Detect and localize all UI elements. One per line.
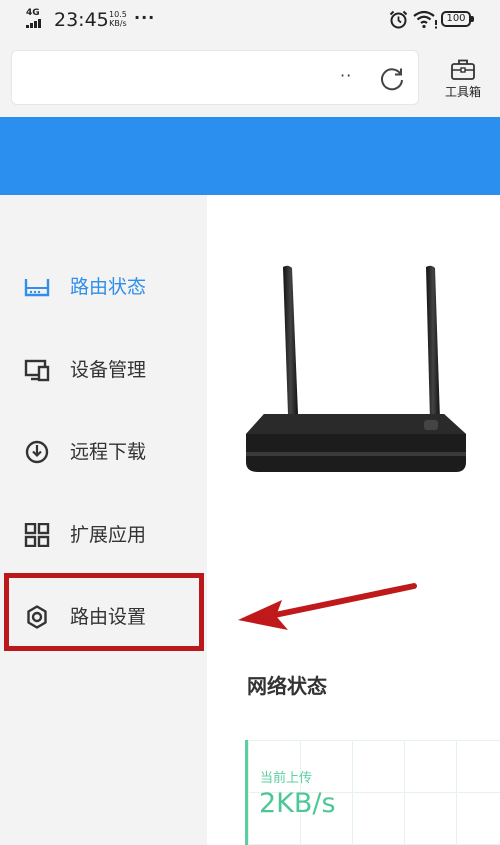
extensions-icon	[24, 523, 50, 547]
upload-label: 当前上传	[260, 771, 313, 786]
sidebar-item-label: 远程下载	[70, 441, 147, 463]
alarm-icon	[389, 10, 408, 29]
sidebar-item-remote-download[interactable]: 远程下载	[0, 427, 207, 477]
router-image	[246, 265, 466, 472]
status-time: 23:45	[54, 9, 109, 31]
battery-icon: 100	[441, 11, 474, 27]
address-more-button[interactable]: ··	[340, 66, 352, 85]
network-speed: 10.5 KB/s	[109, 10, 127, 28]
highlight-annotation-box	[4, 573, 204, 651]
network-status-title: 网络状态	[247, 674, 327, 698]
annotation-arrow	[238, 583, 417, 630]
sidebar-item-label: 扩展应用	[70, 524, 147, 546]
router-status-icon	[24, 279, 50, 297]
network-speed-value: 10.5	[109, 10, 127, 19]
sidebar-item-label: 设备管理	[70, 359, 147, 381]
sidebar-item-extensions[interactable]: 扩展应用	[0, 510, 207, 560]
toolbox-button[interactable]: 工具箱	[436, 55, 490, 105]
header-banner	[0, 117, 500, 195]
sidebar-item-router-status[interactable]: 路由状态	[0, 262, 207, 312]
toolbox-icon	[451, 59, 475, 80]
remote-download-icon	[25, 440, 49, 464]
device-management-icon	[24, 359, 50, 382]
refresh-icon[interactable]	[378, 65, 406, 93]
status-bar: 4G 23:45 10.5 KB/s ··· 100	[0, 0, 500, 40]
sidebar-item-device-management[interactable]: 设备管理	[0, 345, 207, 395]
network-speed-unit: KB/s	[109, 19, 127, 28]
network-type: 4G	[26, 8, 40, 18]
signal-icon	[26, 19, 41, 28]
upload-value: 2KB/s	[259, 788, 336, 819]
sidebar-item-label: 路由状态	[70, 276, 147, 298]
toolbox-label: 工具箱	[444, 85, 481, 99]
status-more: ···	[134, 8, 156, 27]
address-bar[interactable]: ··	[11, 50, 419, 105]
wifi-icon	[413, 10, 437, 29]
